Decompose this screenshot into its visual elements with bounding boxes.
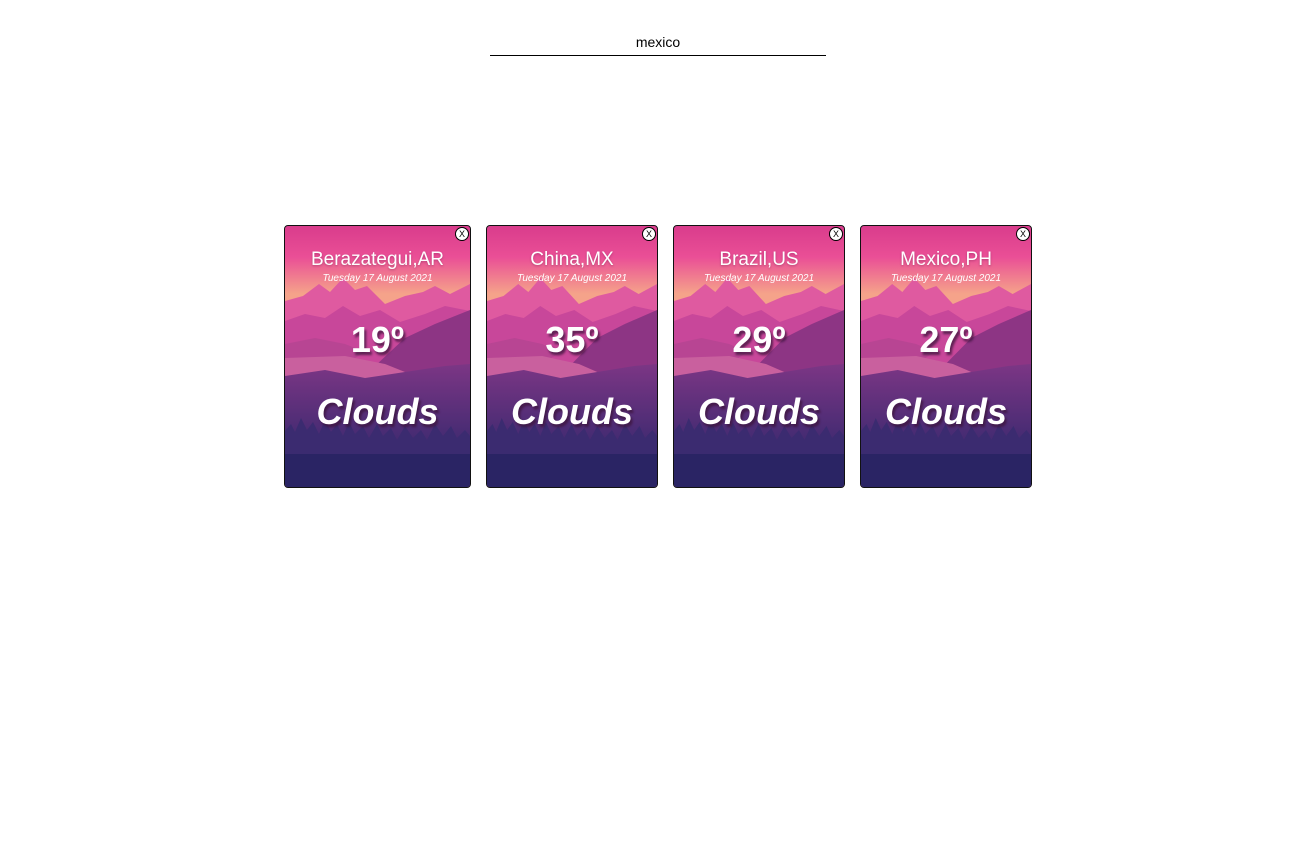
temperature: 35º xyxy=(545,319,599,360)
close-button[interactable]: X xyxy=(1016,227,1030,241)
close-button[interactable]: X xyxy=(829,227,843,241)
city-name: Mexico,PH xyxy=(900,249,992,270)
date-label: Tuesday 17 August 2021 xyxy=(322,273,433,284)
search-bar xyxy=(490,28,826,57)
weather-condition: Clouds xyxy=(698,391,820,432)
weather-condition: Clouds xyxy=(511,391,633,432)
date-label: Tuesday 17 August 2021 xyxy=(890,273,1002,284)
weather-card: X Mexico,PH Tuesday 17 August 2021 27º C… xyxy=(860,225,1032,488)
weather-card: X China,MX Tuesday 17 August 2021 35º Cl… xyxy=(486,225,658,488)
weather-condition: Clouds xyxy=(316,391,439,432)
temperature: 19º xyxy=(350,319,405,360)
close-button[interactable]: X xyxy=(455,227,469,241)
date-label: Tuesday 17 August 2021 xyxy=(516,273,628,284)
city-name: Brazil,US xyxy=(719,249,799,270)
temperature: 29º xyxy=(732,319,786,360)
temperature: 27º xyxy=(919,319,973,360)
city-name: Berazategui,AR xyxy=(310,249,445,270)
date-label: Tuesday 17 August 2021 xyxy=(703,273,815,284)
close-button[interactable]: X xyxy=(642,227,656,241)
city-name: China,MX xyxy=(530,249,614,270)
weather-card: X Berazategui,AR Tuesday 17 August 2021 … xyxy=(284,225,471,488)
search-input[interactable] xyxy=(490,28,826,56)
weather-card: X Brazil,US Tuesday 17 August 2021 29º C… xyxy=(673,225,845,488)
weather-condition: Clouds xyxy=(885,391,1007,432)
